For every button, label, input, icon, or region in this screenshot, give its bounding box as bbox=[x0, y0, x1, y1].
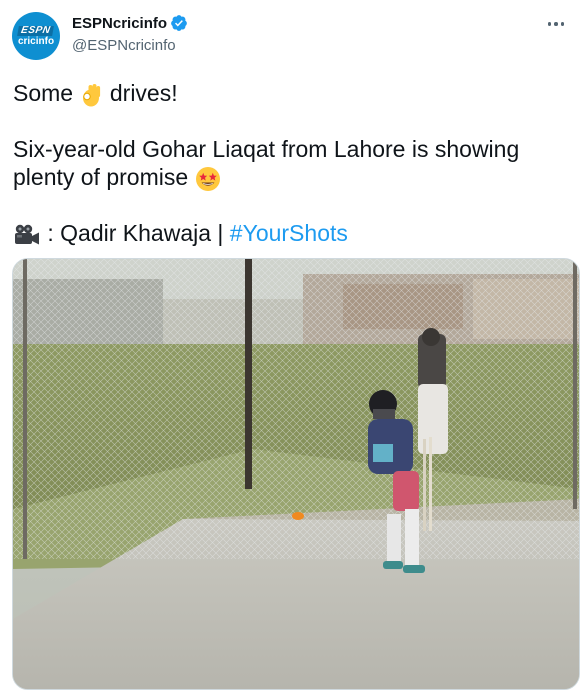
video-frame bbox=[13, 259, 579, 689]
more-options-icon[interactable] bbox=[544, 14, 568, 34]
credit-text: : Qadir Khawaja | bbox=[47, 220, 230, 246]
avatar-brand-bottom: cricinfo bbox=[17, 35, 55, 47]
hashtag-link[interactable]: #YourShots bbox=[230, 220, 348, 246]
tweet-line-4: : Qadir Khawaja | #YourShots bbox=[13, 219, 348, 247]
tweet-line-3: plenty of promise bbox=[13, 163, 221, 192]
star-struck-emoji bbox=[195, 166, 220, 191]
tweet-line-2: Six-year-old Gohar Liaqat from Lahore is… bbox=[13, 136, 520, 162]
display-name[interactable]: ESPNcricinfo bbox=[72, 15, 167, 32]
tweet-line-1: Some drives! bbox=[13, 79, 178, 108]
handle[interactable]: @ESPNcricinfo bbox=[72, 37, 176, 54]
avatar-brand-top: ESPN bbox=[17, 25, 55, 36]
name-row: ESPNcricinfo bbox=[72, 14, 188, 32]
ok-hand-emoji bbox=[83, 83, 101, 107]
avatar[interactable]: ESPN cricinfo bbox=[12, 12, 60, 60]
tweet-line-1-pre: Some bbox=[13, 80, 80, 106]
movie-camera-emoji bbox=[15, 224, 39, 245]
tweet-line-1-post: drives! bbox=[109, 80, 178, 106]
media-video[interactable] bbox=[12, 258, 580, 690]
verified-badge-icon bbox=[171, 15, 187, 31]
tweet-line-3-text: plenty of promise bbox=[13, 164, 195, 190]
